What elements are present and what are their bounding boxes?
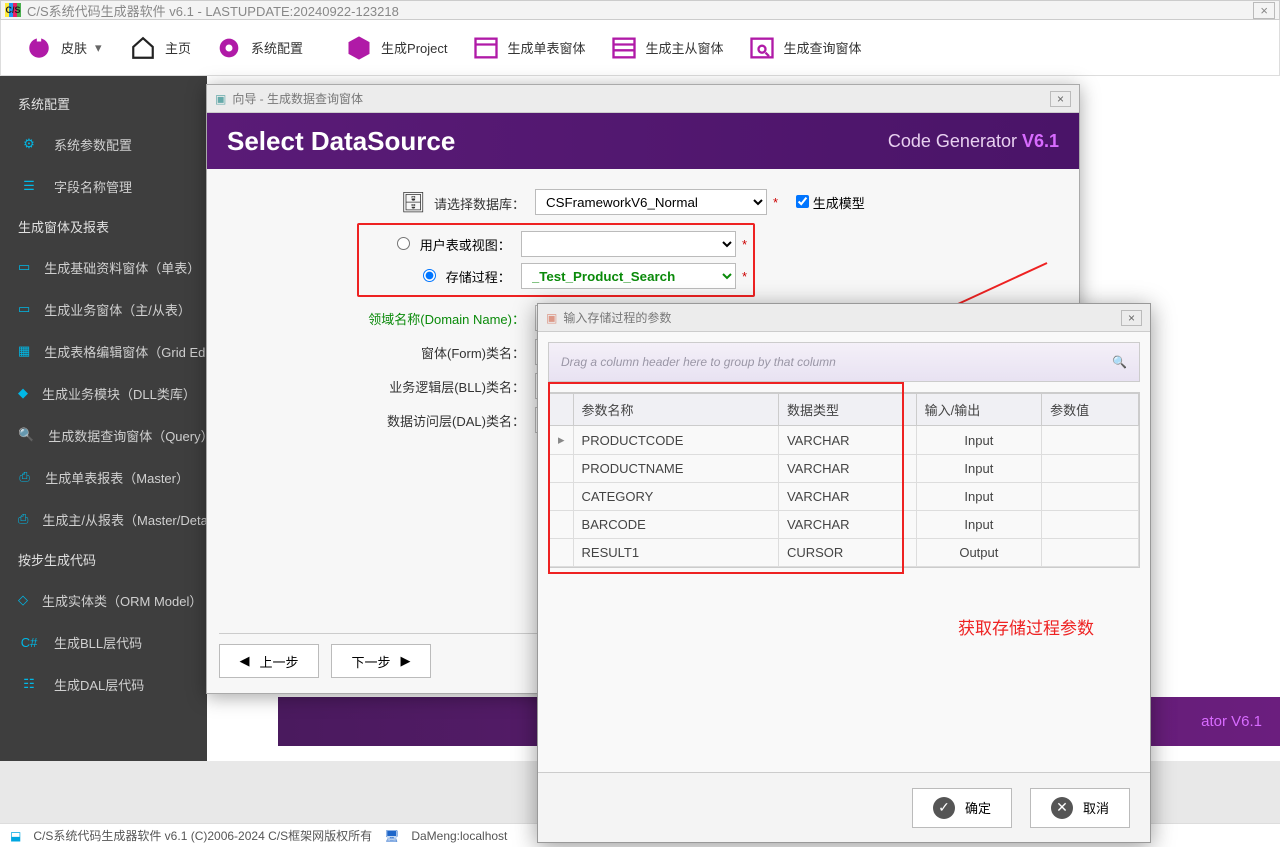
- main-close-button[interactable]: ×: [1253, 2, 1275, 19]
- sidebar-item-masterform[interactable]: ▭生成业务窗体（主/从表）: [0, 288, 207, 330]
- cube-icon: ◇: [18, 589, 28, 611]
- window-icon: [472, 34, 500, 62]
- app-title: C/S系统代码生成器软件 v6.1 - LASTUPDATE:20240922-…: [27, 1, 399, 20]
- sidebar-item-queryform[interactable]: 🔍生成数据查询窗体（Query）: [0, 414, 207, 456]
- bll-label: 业务逻辑层(BLL)类名：: [225, 377, 535, 396]
- table-row[interactable]: BARCODEVARCHARInput: [550, 511, 1139, 539]
- search-icon[interactable]: 🔍: [1112, 355, 1127, 369]
- code-icon: C#: [18, 631, 40, 653]
- status-db: DaMeng:localhost: [411, 829, 507, 843]
- gear-icon: ⚙: [18, 133, 40, 155]
- database-icon: 🗄: [401, 192, 426, 214]
- params-close-button[interactable]: ×: [1121, 310, 1142, 326]
- col-value[interactable]: 参数值: [1042, 394, 1139, 426]
- params-title: 输入存储过程的参数: [563, 309, 671, 326]
- wizard-heading: Select DataSource: [227, 126, 455, 157]
- database-icon: ☷: [18, 673, 40, 695]
- form-label: 窗体(Form)类名：: [225, 343, 535, 362]
- table-row[interactable]: ▸PRODUCTCODEVARCHARInput: [550, 426, 1139, 455]
- sidebar-item-sysconfig[interactable]: ⚙系统参数配置: [0, 123, 207, 165]
- sidebar-item-orm[interactable]: ◇生成实体类（ORM Model）: [0, 579, 207, 621]
- sidebar-item-dll[interactable]: ◆生成业务模块（DLL类库）: [0, 372, 207, 414]
- prev-button[interactable]: ◀上一步: [219, 644, 319, 678]
- chevron-left-icon: ◀: [239, 653, 249, 669]
- close-icon: ✕: [1051, 797, 1073, 819]
- check-icon: ✓: [933, 797, 955, 819]
- col-name[interactable]: 参数名称: [573, 394, 778, 426]
- gear-icon: [215, 34, 243, 62]
- grid-icon: ▦: [18, 340, 30, 362]
- gen-master-button[interactable]: 生成主从窗体: [600, 28, 734, 68]
- params-dialog: ▣ 输入存储过程的参数 × Drag a column header here …: [537, 303, 1151, 843]
- wizard-subheading: Code Generator V6.1: [888, 131, 1059, 152]
- cube-icon: ◆: [18, 382, 28, 404]
- skin-icon: [25, 34, 53, 62]
- params-titlebar: ▣ 输入存储过程的参数 ×: [538, 304, 1150, 332]
- cancel-button[interactable]: ✕取消: [1030, 788, 1130, 828]
- domain-label: 领域名称(Domain Name)：: [225, 309, 535, 328]
- chevron-right-icon: ▶: [401, 653, 411, 669]
- gen-model-checkbox[interactable]: 生成模型: [796, 193, 865, 212]
- ok-button[interactable]: ✓确定: [912, 788, 1012, 828]
- gen-single-button[interactable]: 生成单表窗体: [462, 28, 596, 68]
- list-icon: ☰: [18, 175, 40, 197]
- home-button[interactable]: 主页: [119, 28, 201, 68]
- required-mark: *: [773, 195, 778, 210]
- main-titlebar: C/S C/S系统代码生成器软件 v6.1 - LASTUPDATE:20240…: [0, 0, 1280, 20]
- sidebar-item-singlereport[interactable]: ⎙生成单表报表（Master）: [0, 456, 207, 498]
- col-dir[interactable]: 输入/输出: [916, 394, 1042, 426]
- sidebar-header-forms: 生成窗体及报表: [0, 207, 207, 246]
- cube-icon: [345, 34, 373, 62]
- skin-button[interactable]: 皮肤▾: [15, 28, 115, 68]
- table-row[interactable]: CATEGORYVARCHARInput: [550, 483, 1139, 511]
- print-icon: ⎙: [18, 466, 31, 488]
- user-table-radio[interactable]: 用户表或视图：: [365, 235, 521, 254]
- sidebar-item-gridform[interactable]: ▦生成表格编辑窗体（Grid Edit）: [0, 330, 207, 372]
- dal-label: 数据访问层(DAL)类名：: [225, 411, 535, 430]
- wizard-icon: ▣: [215, 92, 226, 106]
- window-stack-icon: [610, 34, 638, 62]
- gen-project-button[interactable]: 生成Project: [335, 28, 457, 68]
- gen-query-button[interactable]: 生成查询窗体: [738, 28, 872, 68]
- source-selection-box: 用户表或视图： * 存储过程： _Test_Product_Search *: [357, 223, 755, 297]
- next-button[interactable]: 下一步▶: [331, 644, 431, 678]
- sidebar-header-config: 系统配置: [0, 84, 207, 123]
- db-label: 请选择数据库：: [434, 197, 525, 212]
- wizard-title: 向导 - 生成数据查询窗体: [232, 90, 363, 107]
- sidebar-item-masterreport[interactable]: ⎙生成主/从报表（Master/Detail）: [0, 498, 207, 540]
- annotation-text: 获取存储过程参数: [958, 614, 1094, 639]
- stored-proc-radio[interactable]: 存储过程：: [365, 267, 521, 286]
- print-icon: ⎙: [18, 508, 28, 530]
- chevron-down-icon: ▾: [95, 40, 105, 56]
- cube-icon: ⬓: [10, 829, 21, 843]
- form-icon: ▭: [18, 298, 30, 320]
- col-type[interactable]: 数据类型: [778, 394, 916, 426]
- sidebar-item-fields[interactable]: ☰字段名称管理: [0, 165, 207, 207]
- sidebar-item-dal[interactable]: ☷生成DAL层代码: [0, 663, 207, 705]
- user-table-select[interactable]: [521, 231, 736, 257]
- wizard-close-button[interactable]: ×: [1050, 91, 1071, 107]
- wizard-header: Select DataSource Code Generator V6.1: [207, 113, 1079, 169]
- sidebar: 系统配置 ⚙系统参数配置 ☰字段名称管理 生成窗体及报表 ▭生成基础资料窗体（单…: [0, 76, 207, 761]
- stored-proc-select[interactable]: _Test_Product_Search: [521, 263, 736, 289]
- sidebar-item-singleform[interactable]: ▭生成基础资料窗体（单表）: [0, 246, 207, 288]
- search-icon: 🔍: [18, 424, 34, 446]
- form-icon: ▭: [18, 256, 30, 278]
- app-logo: C/S: [5, 3, 21, 17]
- wizard-titlebar: ▣ 向导 - 生成数据查询窗体 ×: [207, 85, 1079, 113]
- status-app: C/S系统代码生成器软件 v6.1 (C)2006-2024 C/S框架网版权所…: [33, 827, 372, 844]
- main-toolbar: 皮肤▾ 主页 系统配置 生成Project 生成单表窗体 生成主从窗体 生成查询…: [0, 20, 1280, 76]
- sidebar-header-step: 按步生成代码: [0, 540, 207, 579]
- search-window-icon: [748, 34, 776, 62]
- home-icon: [129, 34, 157, 62]
- dialog-icon: ▣: [546, 311, 557, 325]
- table-row[interactable]: PRODUCTNAMEVARCHARInput: [550, 455, 1139, 483]
- database-select[interactable]: CSFrameworkV6_Normal: [535, 189, 767, 215]
- grid-group-panel[interactable]: Drag a column header here to group by th…: [548, 342, 1140, 382]
- config-button[interactable]: 系统配置: [205, 28, 313, 68]
- table-row[interactable]: RESULT1CURSOROutput: [550, 539, 1139, 567]
- sidebar-item-bll[interactable]: C#生成BLL层代码: [0, 621, 207, 663]
- params-grid[interactable]: 参数名称 数据类型 输入/输出 参数值 ▸PRODUCTCODEVARCHARI…: [548, 392, 1140, 568]
- params-footer: ✓确定 ✕取消: [538, 772, 1150, 842]
